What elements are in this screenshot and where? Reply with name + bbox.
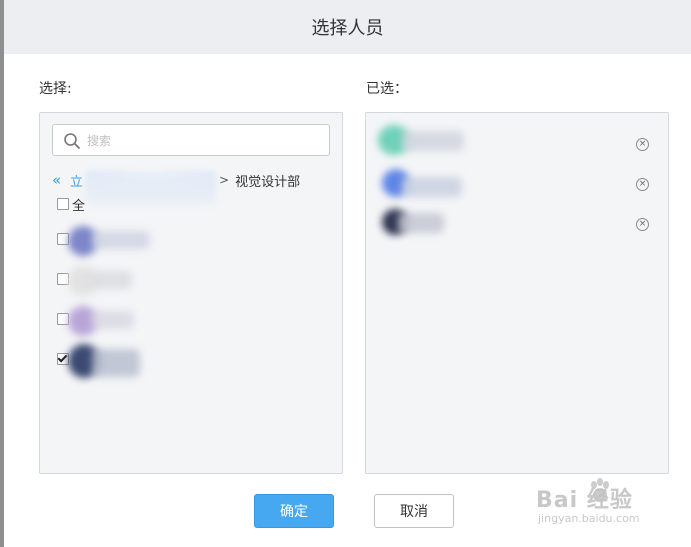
search-box[interactable]: [52, 124, 330, 156]
confirm-button[interactable]: 确定: [254, 494, 334, 528]
remove-selected-2-icon[interactable]: ×: [636, 178, 649, 191]
breadcrumb-root-link[interactable]: 立: [70, 171, 83, 190]
baidu-watermark: Bai 经验 jingyan.baidu.com: [536, 478, 686, 528]
select-person-dialog: 选择人员 选择: 已选： « 立 > 视觉设计部 全: [4, 0, 691, 547]
watermark-main-text: Bai 经验: [536, 488, 633, 513]
selected-name-2: [402, 177, 462, 197]
blurred-region: [86, 175, 216, 203]
search-icon: [64, 133, 80, 149]
breadcrumb-separator: >: [219, 173, 230, 187]
breadcrumb-back-icon[interactable]: «: [52, 171, 70, 189]
member-name-4: [92, 349, 140, 377]
dialog-header: 选择人员: [4, 0, 691, 54]
member-name-3: [92, 311, 134, 329]
search-input[interactable]: [85, 129, 319, 153]
watermark-url: jingyan.baidu.com: [538, 512, 640, 525]
select-all-checkbox[interactable]: [57, 198, 69, 210]
remove-selected-1-icon[interactable]: ×: [636, 138, 649, 151]
selected-section-label: 已选：: [366, 81, 408, 97]
select-all-label: 全: [72, 199, 86, 214]
member-name-1: [92, 231, 150, 249]
dialog-title: 选择人员: [311, 18, 384, 39]
select-section-label: 选择:: [39, 81, 72, 97]
member-name-2: [92, 271, 132, 289]
selected-name-3: [398, 213, 444, 233]
breadcrumb-current: 视觉设计部: [235, 174, 301, 190]
paw-logo-icon: [591, 478, 609, 502]
selected-members-panel: × × ×: [365, 112, 669, 474]
selected-name-1: [402, 131, 464, 151]
member-picker-panel: « 立 > 视觉设计部 全: [39, 112, 343, 474]
cancel-button[interactable]: 取消: [374, 494, 454, 528]
remove-selected-3-icon[interactable]: ×: [636, 218, 649, 231]
